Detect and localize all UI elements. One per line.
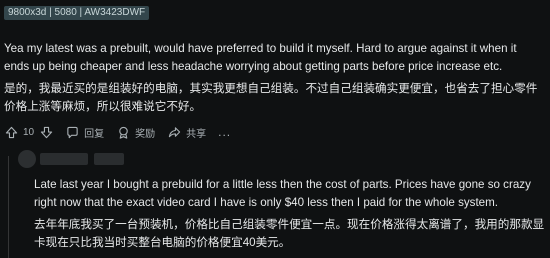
comment-body-zh: 去年年底我买了一台预装机，价格比自己组装零件便宜一点。现在价格涨得太离谱了，我用… (34, 218, 545, 249)
upvote-icon[interactable] (4, 125, 18, 139)
reply-label: 回复 (84, 128, 105, 140)
vote-count: 10 (23, 126, 35, 138)
share-label: 共享 (186, 128, 207, 140)
award-button[interactable]: 奖励 (116, 125, 155, 140)
comment-body-zh: 是的，我最近买的是组装好的电脑，其实我更想自己组装。不过自己组装确实更便宜，也省… (4, 82, 538, 113)
more-options-button[interactable]: ... (218, 125, 231, 139)
vote-group: 10 (4, 125, 53, 139)
share-button[interactable]: 共享 (167, 125, 206, 140)
comment-body-en: Yea my latest was a prebuilt, would have… (4, 42, 517, 73)
downvote-icon[interactable] (39, 125, 53, 139)
award-label: 奖励 (135, 128, 156, 140)
user-flair: 9800x3d | 5080 | AW3423DWF (4, 6, 150, 20)
avatar[interactable] (18, 150, 36, 168)
redacted-metadata (94, 153, 124, 165)
reply-button[interactable]: 回复 (65, 125, 104, 140)
comment-actions: 10 回复 奖励 共享 ... (4, 124, 243, 140)
award-icon (116, 125, 130, 139)
redacted-username (40, 153, 88, 165)
more-icon: ... (218, 125, 232, 139)
share-icon (167, 125, 181, 139)
comment-body-en: Late last year I bought a prebuild for a… (34, 178, 531, 209)
thread-line[interactable] (8, 156, 9, 258)
reply-icon (65, 125, 79, 139)
